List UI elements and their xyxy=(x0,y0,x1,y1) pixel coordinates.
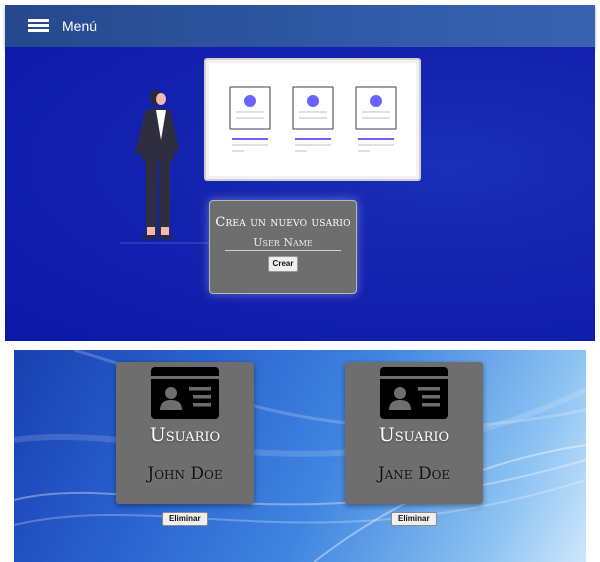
user-role: Usuario xyxy=(149,424,221,446)
create-user-form: Crea un nuevo usario Crear xyxy=(209,200,357,294)
user-name: John Doe xyxy=(147,464,223,484)
user-card: Usuario John Doe xyxy=(116,362,254,504)
delete-user-button[interactable]: Eliminar xyxy=(391,512,437,526)
id-card-icon xyxy=(151,367,219,419)
user-name: Jane Doe xyxy=(377,464,451,484)
username-input[interactable] xyxy=(225,235,341,251)
users-background: Usuario John Doe Eliminar Usuario Jane D… xyxy=(14,350,586,562)
users-section: Usuario John Doe Eliminar Usuario Jane D… xyxy=(5,342,595,562)
menu-label[interactable]: Menú xyxy=(62,18,97,34)
person-figure xyxy=(135,89,179,239)
create-button[interactable]: Crear xyxy=(267,256,299,272)
user-card: Usuario Jane Doe xyxy=(345,362,483,504)
hamburger-menu-icon[interactable] xyxy=(28,19,49,33)
hero-section: Crea un nuevo usario Crear xyxy=(5,47,595,341)
delete-user-button[interactable]: Eliminar xyxy=(162,512,208,526)
top-nav-bar: Menú xyxy=(5,5,595,47)
create-user-title: Crea un nuevo usario xyxy=(215,215,351,230)
person-presenting-board-illustration xyxy=(120,58,421,244)
abstract-waves-background xyxy=(14,350,586,562)
user-role: Usuario xyxy=(378,424,450,446)
id-card-icon xyxy=(380,367,448,419)
